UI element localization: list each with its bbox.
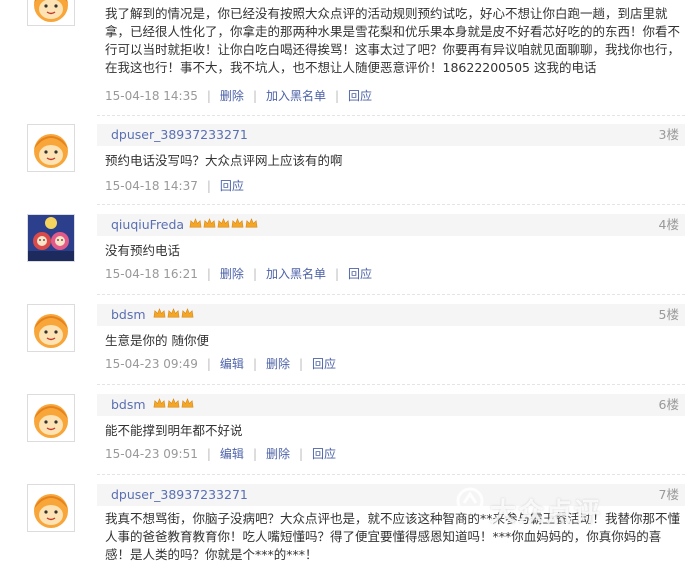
user-rank-stars: [189, 217, 258, 233]
cartoon-avatar-icon: [28, 215, 74, 261]
delete-link[interactable]: 删除: [220, 267, 244, 281]
comment-header: bdsm 5楼: [97, 304, 685, 326]
divider: [97, 294, 685, 295]
reply-link[interactable]: 回应: [312, 357, 336, 371]
default-avatar-icon: [28, 395, 74, 441]
comment-text: 没有预约电话: [105, 243, 181, 258]
comment-header: qiuqiuFreda 4楼: [97, 214, 685, 236]
comment-meta: 15-04-23 09:49 | 编辑 | 删除 | 回应: [105, 357, 337, 371]
rank-crown-icon: [153, 308, 166, 318]
default-avatar-icon: [28, 485, 74, 531]
edit-link[interactable]: 编辑: [220, 447, 244, 461]
divider: [97, 384, 685, 385]
delete-link[interactable]: 删除: [266, 357, 290, 371]
default-avatar-icon: [28, 125, 74, 171]
divider: [97, 115, 685, 116]
user-rank-stars: [153, 397, 194, 413]
rank-crown-icon: [231, 218, 244, 228]
edit-link[interactable]: 编辑: [220, 357, 244, 371]
avatar[interactable]: [27, 484, 75, 532]
username-link[interactable]: dpuser_38937233271: [111, 487, 248, 503]
avatar[interactable]: [27, 124, 75, 172]
rank-crown-icon: [217, 218, 230, 228]
rank-crown-icon: [167, 398, 180, 408]
avatar[interactable]: [27, 304, 75, 352]
comment-meta: 15-04-18 14:37 | 回应: [105, 179, 244, 193]
rank-crown-icon: [181, 398, 194, 408]
floor-number: 5楼: [658, 307, 679, 322]
rank-crown-icon: [181, 308, 194, 318]
reply-link[interactable]: 回应: [220, 179, 244, 193]
comment-time: 15-04-18 14:35: [105, 89, 198, 103]
comment-meta: 15-04-23 09:51 | 编辑 | 删除 | 回应: [105, 447, 337, 461]
floor-number: 6楼: [658, 397, 679, 412]
delete-link[interactable]: 删除: [266, 447, 290, 461]
username-link[interactable]: bdsm: [111, 397, 146, 413]
comment-header: dpuser_38937233271 3楼: [97, 124, 685, 146]
comment-time: 15-04-23 09:51: [105, 447, 198, 461]
avatar[interactable]: [27, 0, 75, 26]
username-link[interactable]: bdsm: [111, 307, 146, 323]
rank-crown-icon: [245, 218, 258, 228]
reply-link[interactable]: 回应: [312, 447, 336, 461]
comment-text: 能不能撑到明年都不好说: [105, 423, 243, 438]
comment-meta: 15-04-18 16:21 | 删除 | 加入黑名单 | 回应: [105, 267, 373, 281]
comment-meta: 15-04-18 14:35 | 删除 | 加入黑名单 | 回应: [105, 89, 373, 103]
rank-crown-icon: [153, 398, 166, 408]
username-link[interactable]: dpuser_38937233271: [111, 127, 248, 143]
comment-time: 15-04-18 14:37: [105, 179, 198, 193]
default-avatar-icon: [28, 0, 74, 25]
avatar[interactable]: [27, 394, 75, 442]
rank-crown-icon: [203, 218, 216, 228]
rank-crown-icon: [167, 308, 180, 318]
username-link[interactable]: qiuqiuFreda: [111, 217, 184, 233]
reply-link[interactable]: 回应: [348, 267, 372, 281]
delete-link[interactable]: 删除: [220, 89, 244, 103]
comment-text: 我了解到的情况是，你已经没有按照大众点评的活动规则预约试吃，好心不想让你白跑一趟…: [105, 6, 681, 75]
default-avatar-icon: [28, 305, 74, 351]
comment-time: 15-04-23 09:49: [105, 357, 198, 371]
rank-crown-icon: [189, 218, 202, 228]
divider: [97, 204, 685, 205]
reply-link[interactable]: 回应: [348, 89, 372, 103]
blacklist-link[interactable]: 加入黑名单: [266, 267, 326, 281]
floor-number: 4楼: [658, 217, 679, 232]
comment-header: bdsm 6楼: [97, 394, 685, 416]
blacklist-link[interactable]: 加入黑名单: [266, 89, 326, 103]
watermark: 大众点评: [490, 498, 603, 528]
comment-text: 预约电话没写吗？大众点评网上应该有的啊: [105, 153, 343, 168]
comment-time: 15-04-18 16:21: [105, 267, 198, 281]
floor-number: 3楼: [658, 127, 679, 142]
dianping-logo-icon: [456, 487, 484, 515]
comment-text: 生意是你的 随你便: [105, 333, 209, 348]
user-rank-stars: [153, 307, 194, 323]
avatar[interactable]: [27, 214, 75, 262]
floor-number: 7楼: [658, 487, 679, 502]
divider: [97, 474, 685, 475]
